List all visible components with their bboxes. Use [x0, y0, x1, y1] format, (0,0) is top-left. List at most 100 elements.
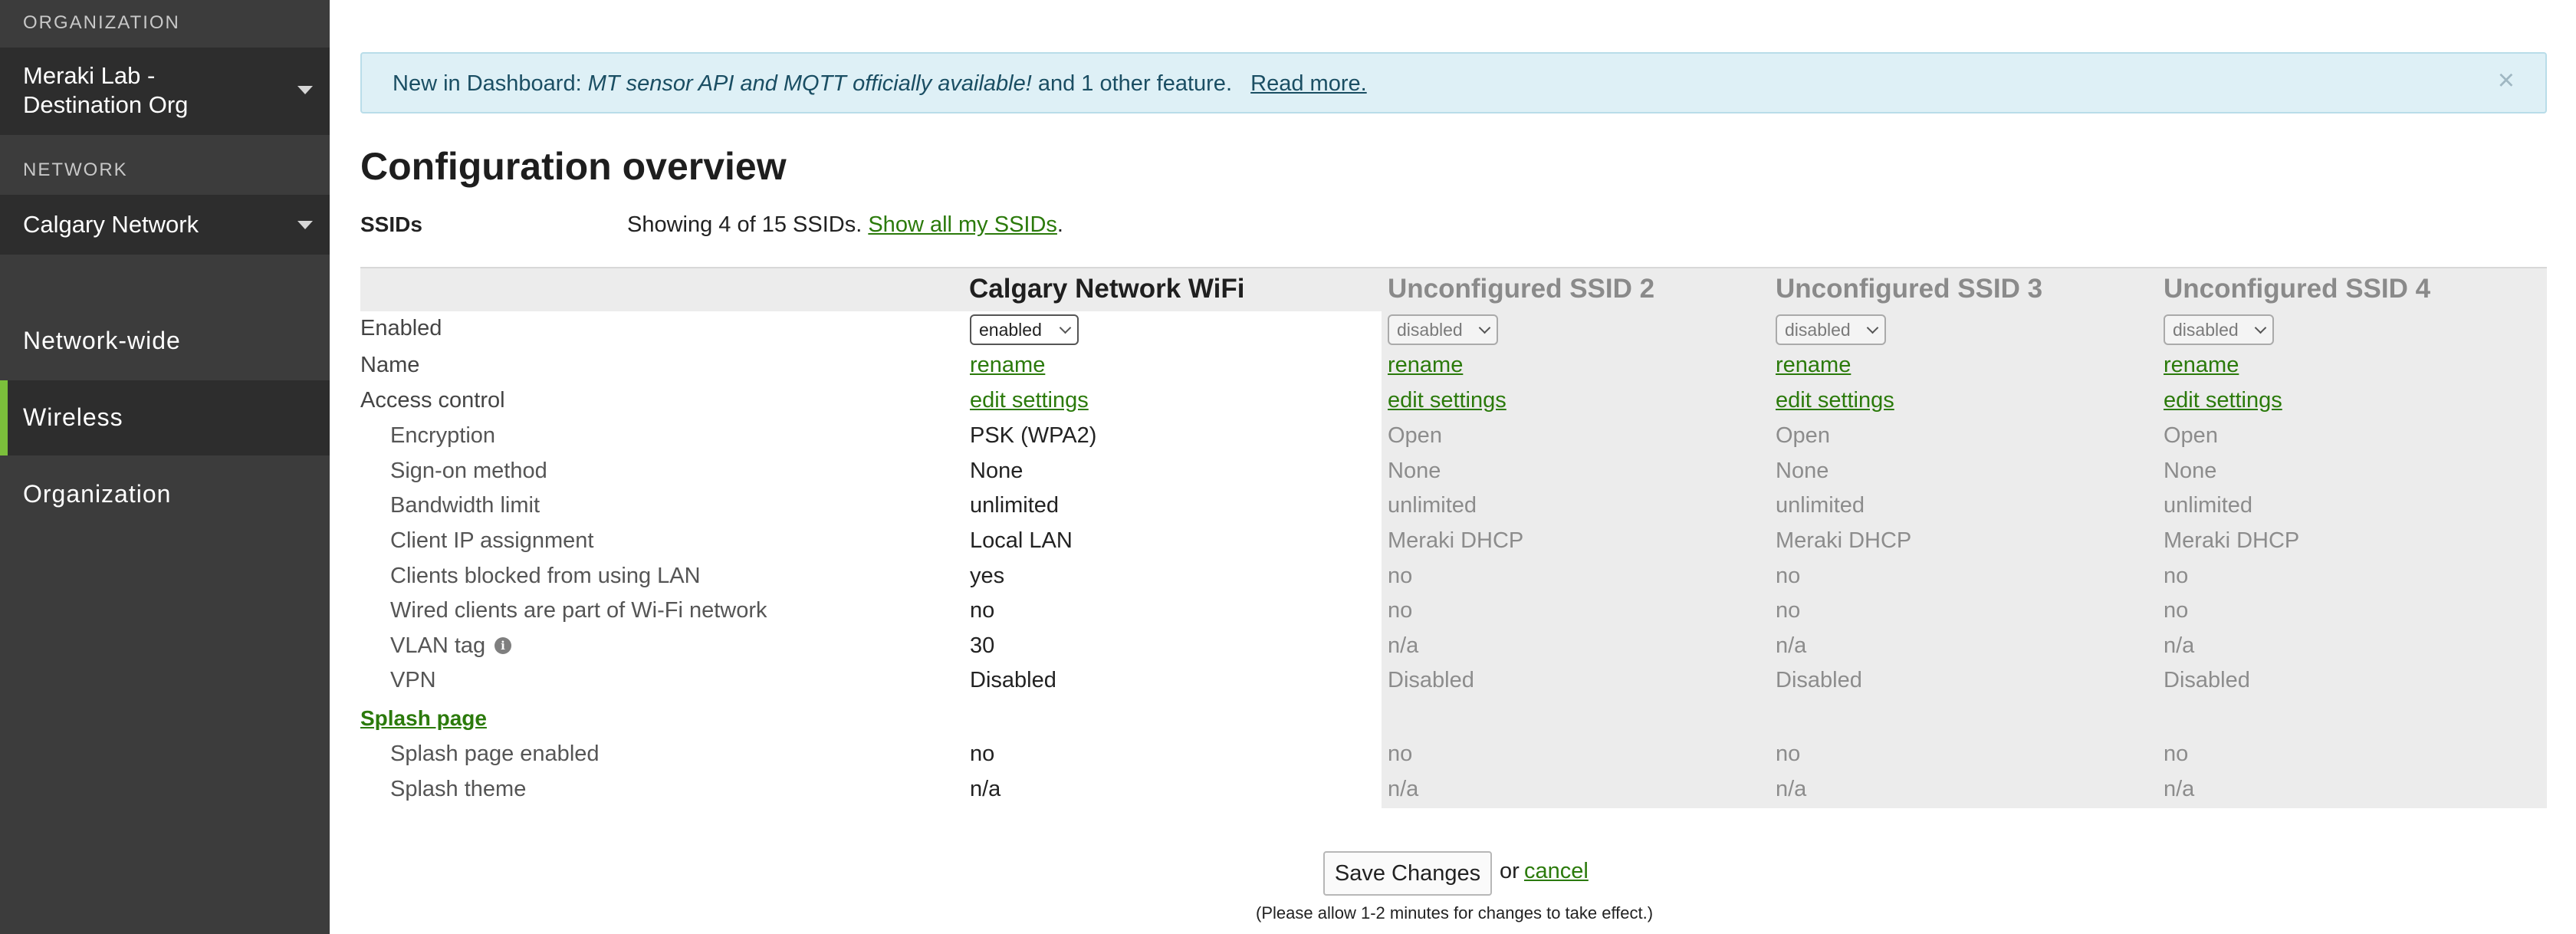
table-cell: no: [970, 598, 995, 623]
table-cell: no: [2164, 742, 2189, 766]
show-all-ssids-link[interactable]: Show all my SSIDs: [868, 212, 1057, 237]
cancel-link[interactable]: cancel: [1524, 859, 1589, 884]
row-label-client-ip: Client IP assignment: [390, 528, 594, 553]
row-label-encryption: Encryption: [390, 423, 496, 448]
table-cell: PSK (WPA2): [970, 423, 1097, 448]
table-cell: n/a: [1388, 633, 1419, 658]
read-more-link[interactable]: Read more.: [1250, 71, 1367, 96]
row-label-blocked-lan: Clients blocked from using LAN: [390, 564, 701, 588]
organization-label: ORGANIZATION: [23, 12, 180, 33]
table-cell: Open: [2164, 423, 2218, 448]
table-cell: unlimited: [1388, 493, 1477, 518]
page-title: Configuration overview: [360, 145, 787, 188]
table-cell: n/a: [1776, 633, 1807, 658]
chevron-down-icon: [2254, 321, 2267, 334]
nav-network-wide[interactable]: Network-wide: [0, 304, 330, 379]
table-cell: unlimited: [2164, 493, 2253, 518]
network-label: NETWORK: [23, 160, 128, 180]
table-cell: None: [1776, 459, 1829, 483]
banner-feature: MT sensor API and MQTT officially availa…: [587, 71, 1032, 96]
table-cell: yes: [970, 564, 1005, 588]
summary-period: .: [1056, 212, 1063, 237]
save-changes-button[interactable]: Save Changes: [1323, 851, 1492, 896]
row-label-enabled: Enabled: [360, 316, 442, 340]
active-indicator: [0, 380, 8, 455]
row-label-vlan: VLAN tag: [390, 633, 486, 658]
organization-name-line1: Meraki Lab -: [23, 62, 156, 89]
nav-label: Organization: [23, 480, 172, 508]
row-label-sign-on: Sign-on method: [390, 459, 547, 483]
column-header-ssid-2: Unconfigured SSID 2: [1388, 274, 1655, 304]
chevron-down-icon: [1059, 321, 1072, 334]
table-cell: Open: [1388, 423, 1442, 448]
table-cell: Disabled: [2164, 668, 2250, 692]
table-cell: unlimited: [1776, 493, 1865, 518]
enabled-select-ssid-1[interactable]: enabled: [970, 314, 1079, 345]
rename-link-ssid-4[interactable]: rename: [2164, 353, 2239, 377]
table-cell: None: [1388, 459, 1441, 483]
table-cell: no: [970, 742, 995, 766]
column-header-ssid-3: Unconfigured SSID 3: [1776, 274, 2043, 304]
rename-link-ssid-2[interactable]: rename: [1388, 353, 1463, 377]
table-cell: Disabled: [1776, 668, 1862, 692]
changes-note: (Please allow 1-2 minutes for changes to…: [1256, 903, 1654, 922]
table-cell: Meraki DHCP: [2164, 528, 2300, 553]
table-cell: n/a: [970, 777, 1001, 801]
info-icon[interactable]: i: [495, 637, 511, 654]
table-cell: Local LAN: [970, 528, 1073, 553]
table-cell: no: [2164, 564, 2189, 588]
row-label-wired-clients: Wired clients are part of Wi-Fi network: [390, 598, 767, 623]
table-cell: n/a: [2164, 777, 2195, 801]
banner-suffix: and 1 other feature.: [1031, 71, 1232, 96]
sidebar: ORGANIZATION Meraki Lab - Destination Or…: [0, 0, 330, 934]
table-cell: n/a: [1388, 777, 1419, 801]
organization-name-line2: Destination Org: [23, 91, 189, 118]
nav-label: Wireless: [23, 403, 123, 431]
ssids-label: SSIDs: [360, 212, 422, 236]
table-cell: no: [1776, 564, 1801, 588]
column-header-ssid-4: Unconfigured SSID 4: [2164, 274, 2431, 304]
chevron-down-icon: [297, 86, 313, 94]
close-icon[interactable]: ×: [2498, 64, 2515, 97]
network-name: Calgary Network: [23, 211, 199, 238]
table-cell: no: [1388, 742, 1413, 766]
banner-prefix: New in Dashboard:: [393, 71, 588, 96]
row-label-bandwidth: Bandwidth limit: [390, 493, 540, 518]
select-value: disabled: [1785, 320, 1851, 340]
table-cell: None: [2164, 459, 2217, 483]
edit-settings-link-ssid-3[interactable]: edit settings: [1776, 388, 1894, 413]
rename-link-ssid-3[interactable]: rename: [1776, 353, 1851, 377]
announcement-banner: New in Dashboard: MT sensor API and MQTT…: [360, 52, 2547, 113]
unconfigured-columns-shading: [1382, 310, 2547, 808]
select-value: disabled: [2173, 320, 2239, 340]
nav-wireless[interactable]: Wireless: [0, 380, 330, 455]
table-cell: no: [2164, 598, 2189, 623]
table-cell: no: [1388, 598, 1413, 623]
network-selector[interactable]: Calgary Network: [0, 195, 330, 255]
nav-organization[interactable]: Organization: [0, 457, 330, 532]
enabled-select-ssid-3[interactable]: disabled: [1776, 314, 1886, 345]
table-cell: Disabled: [1388, 668, 1474, 692]
edit-settings-link-ssid-2[interactable]: edit settings: [1388, 388, 1506, 413]
edit-settings-link-ssid-1[interactable]: edit settings: [970, 388, 1089, 413]
table-cell: no: [1388, 564, 1413, 588]
edit-settings-link-ssid-4[interactable]: edit settings: [2164, 388, 2282, 413]
table-cell: Open: [1776, 423, 1830, 448]
enabled-select-ssid-4[interactable]: disabled: [2164, 314, 2274, 345]
organization-selector[interactable]: Meraki Lab - Destination Org: [0, 48, 330, 135]
row-label-vpn: VPN: [390, 668, 436, 692]
table-cell: no: [1776, 742, 1801, 766]
chevron-down-icon: [1866, 321, 1879, 334]
table-cell: n/a: [1776, 777, 1807, 801]
or-text: or: [1500, 859, 1520, 883]
table-cell: None: [970, 459, 1024, 483]
splash-page-link[interactable]: Splash page: [360, 706, 487, 731]
nav-label: Network-wide: [23, 327, 181, 354]
table-cell: n/a: [2164, 633, 2195, 658]
table-cell: unlimited: [970, 493, 1060, 518]
enabled-select-ssid-2[interactable]: disabled: [1388, 314, 1498, 345]
table-cell: no: [1776, 598, 1801, 623]
table-cell: 30: [970, 633, 995, 658]
rename-link-ssid-1[interactable]: rename: [970, 353, 1045, 377]
row-label-splash-enabled: Splash page enabled: [390, 742, 600, 766]
